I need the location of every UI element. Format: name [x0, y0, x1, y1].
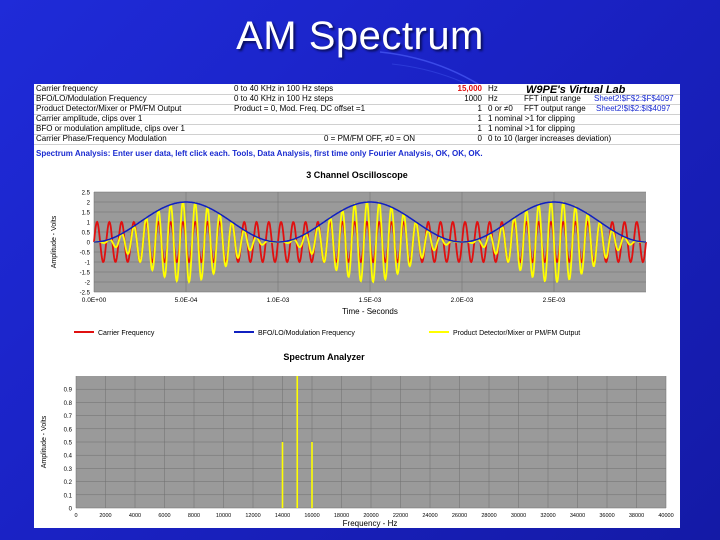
- x-tick-label: 26000: [452, 513, 467, 519]
- carrier-frequency-value[interactable]: 15,000: [424, 84, 482, 94]
- x-tick-label: 40000: [658, 513, 673, 519]
- chart-title: 3 Channel Oscilloscope: [306, 170, 408, 180]
- legend-label-product: Product Detector/Mixer or PM/FM Output: [453, 330, 580, 337]
- control-unit: 0 to 10 (larger increases deviation): [488, 134, 612, 143]
- y-tick-label: 0.5: [82, 231, 91, 237]
- oscilloscope-chart: 3 Channel Oscilloscope 2.521.510.50-0.5-…: [34, 162, 680, 352]
- y-tick-label: 0.9: [64, 388, 73, 394]
- x-tick-label: 10000: [216, 513, 231, 519]
- y-tick-label: 1.5: [82, 211, 91, 217]
- x-tick-label: 2.5E-03: [543, 297, 566, 304]
- fft-output-ref: Sheet2!$I$2:$I$4097: [596, 104, 671, 113]
- bfo-amplitude-value[interactable]: 1: [424, 124, 482, 134]
- x-tick-label: 12000: [245, 513, 260, 519]
- spectrum-analyzer-chart: Spectrum Analyzer 0.9 0.8 0.7 0.6 0.5 0.4 0.3 0…: [34, 352, 680, 528]
- control-table: Carrier frequency 0 to 40 KHz in 100 Hz …: [34, 84, 680, 160]
- y-tick-label: -2: [85, 281, 91, 287]
- control-label: Product Detector/Mixer or PM/FM Output: [36, 104, 182, 113]
- control-row-modulation: Carrier Phase/Frequency Modulation 0 = P…: [34, 134, 680, 145]
- y-tick-label: 0.3: [64, 467, 73, 473]
- x-tick-label: 30000: [511, 513, 526, 519]
- y-tick-label: 0.8: [64, 401, 73, 407]
- control-range: 0 = PM/FM OFF, ≠0 = ON: [324, 134, 416, 143]
- legend-label-carrier: Carrier Frequency: [98, 330, 155, 337]
- x-tick-label: 6000: [158, 513, 170, 519]
- y-tick-label: 0.6: [64, 427, 73, 433]
- control-label: Carrier Phase/Frequency Modulation: [36, 134, 167, 143]
- legend: Carrier Frequency BFO/LO/Modulation Freq…: [74, 330, 580, 337]
- y-tick-label: 2.5: [82, 191, 91, 197]
- control-unit: 0 or ≠0: [488, 104, 513, 113]
- x-tick-label: 14000: [275, 513, 290, 519]
- x-tick-label: 36000: [599, 513, 614, 519]
- y-tick-label: 0.4: [64, 454, 73, 460]
- y-tick-label: 0.5: [64, 441, 73, 447]
- fft-output-label: FFT output range: [524, 104, 586, 113]
- control-label: Carrier frequency: [36, 84, 98, 93]
- product-mode-value[interactable]: 1: [424, 104, 482, 114]
- virtual-lab-panel: Carrier frequency 0 to 40 KHz in 100 Hz …: [34, 84, 680, 528]
- x-axis-label: Frequency - Hz: [343, 519, 398, 528]
- x-tick-label: 16000: [304, 513, 319, 519]
- carrier-amplitude-value[interactable]: 1: [424, 114, 482, 124]
- control-label: BFO or modulation amplitude, clips over …: [36, 124, 185, 133]
- y-tick-label: 0.7: [64, 414, 73, 420]
- x-tick-label: 1.0E-03: [267, 297, 290, 304]
- control-range: 0 to 40 KHz in 100 Hz steps: [234, 94, 334, 103]
- y-axis-label: Amplitude - Volts: [41, 415, 48, 468]
- x-tick-label: 5.0E-04: [175, 297, 198, 304]
- control-label: BFO/LO/Modulation Frequency: [36, 94, 147, 103]
- x-axis-label: Time - Seconds: [342, 307, 398, 316]
- x-tick-label: 28000: [481, 513, 496, 519]
- fft-input-ref: Sheet2!$F$2:$F$4097: [594, 94, 674, 103]
- x-tick-label: 34000: [570, 513, 585, 519]
- control-range: Product = 0, Mod. Freq. DC offset =1: [234, 104, 366, 113]
- control-unit: 1 nominal >1 for clipping: [488, 114, 575, 123]
- x-tick-label: 32000: [540, 513, 555, 519]
- x-tick-label: 4000: [129, 513, 141, 519]
- x-tick-label: 0: [74, 513, 77, 519]
- legend-label-bfo: BFO/LO/Modulation Frequency: [258, 330, 355, 337]
- x-tick-label: 24000: [422, 513, 437, 519]
- x-tick-label: 1.5E-03: [359, 297, 382, 304]
- control-unit: Hz: [488, 94, 498, 103]
- x-tick-label: 38000: [629, 513, 644, 519]
- y-tick-label: -1.5: [80, 271, 91, 277]
- y-tick-label: 0.1: [64, 493, 73, 499]
- control-unit: Hz: [488, 84, 498, 93]
- bfo-frequency-value[interactable]: 1000: [424, 94, 482, 104]
- fft-input-label: FFT input range: [524, 94, 581, 103]
- y-tick-label: 0.2: [64, 480, 73, 486]
- x-tick-label: 2000: [99, 513, 111, 519]
- x-tick-label: 2.0E-03: [451, 297, 474, 304]
- control-label: Carrier amplitude, clips over 1: [36, 114, 143, 123]
- control-unit: 1 nominal >1 for clipping: [488, 124, 575, 133]
- y-tick-label: -0.5: [80, 251, 91, 257]
- phase-modulation-value[interactable]: 0: [424, 134, 482, 144]
- x-tick-label: 0.0E+00: [82, 297, 107, 304]
- y-tick-label: -1: [85, 261, 91, 267]
- y-axis-label: Amplitude - Volts: [51, 215, 58, 268]
- control-range: 0 to 40 KHz in 100 Hz steps: [234, 84, 334, 93]
- x-tick-label: 8000: [188, 513, 200, 519]
- chart-title: Spectrum Analyzer: [283, 352, 365, 362]
- y-tick-label: -2.5: [80, 291, 91, 297]
- instruction-row: Spectrum Analysis: Enter user data, left…: [36, 149, 483, 158]
- grid-lines: [75, 376, 667, 509]
